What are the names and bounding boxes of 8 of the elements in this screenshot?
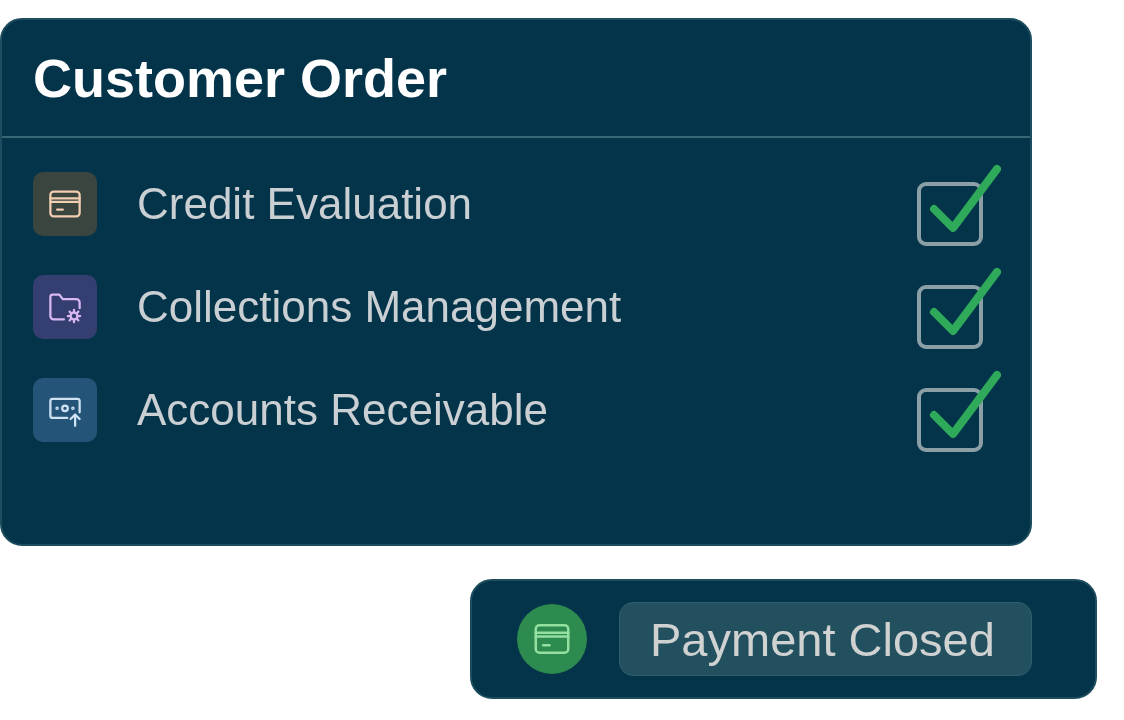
item-label: Credit Evaluation (137, 181, 474, 226)
card-title: Customer Order (33, 51, 448, 105)
item-label: Collections Management (137, 284, 623, 329)
checked-checkbox[interactable] (917, 369, 1001, 452)
status-label: Payment Closed (619, 602, 1032, 676)
checked-checkbox[interactable] (917, 266, 1001, 349)
checked-checkbox[interactable] (917, 163, 1001, 246)
item-label: Accounts Receivable (137, 387, 549, 432)
